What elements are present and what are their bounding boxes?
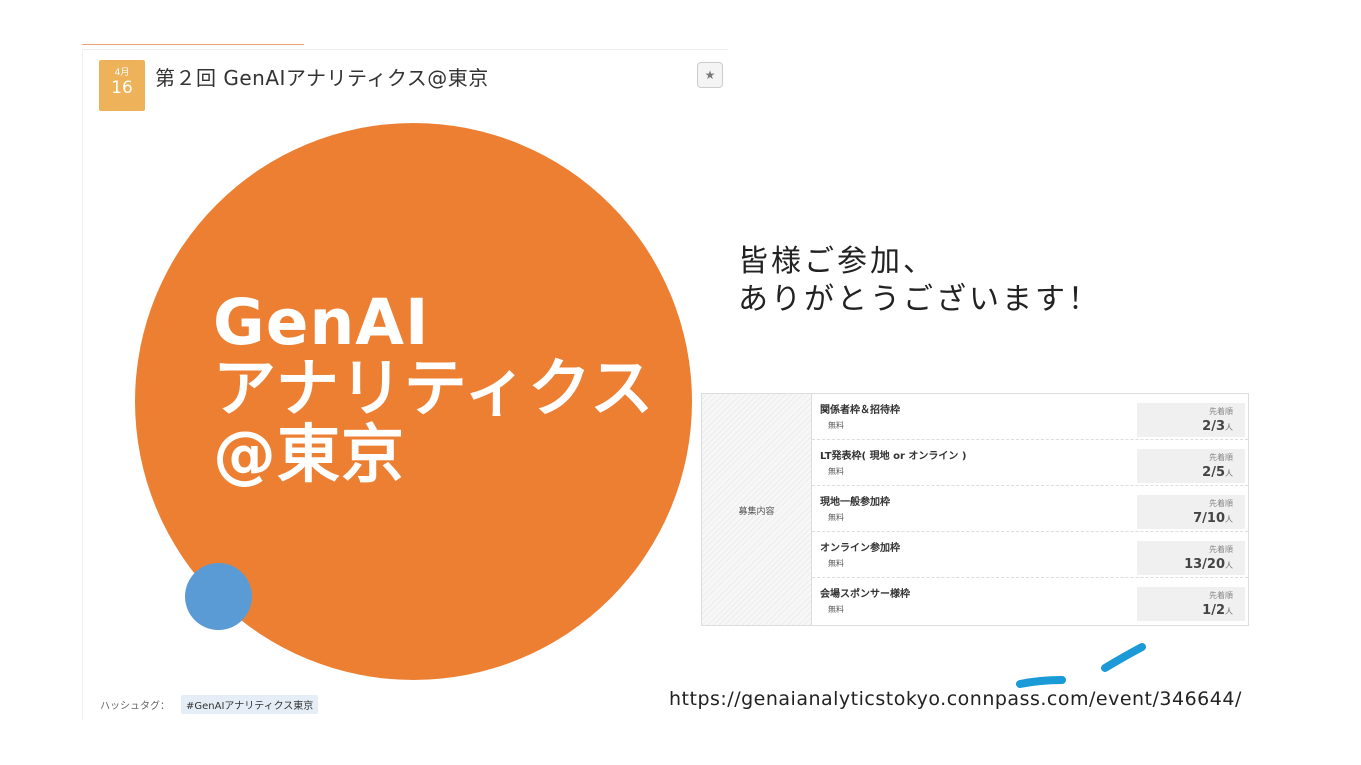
row-count-value: 2/5 [1202,465,1225,480]
logo-line-2: アナリティクス [213,352,655,425]
row-unit: 人 [1225,469,1233,478]
recruitment-row: オンライン参加枠 無料 先着順 13/20人 [812,532,1248,578]
row-count-value: 13/20 [1184,557,1225,572]
row-name: 関係者枠＆招待枠 [820,405,900,416]
row-unit: 人 [1225,515,1233,524]
row-fee: 無料 [828,513,844,522]
thanks-line-2: ありがとうございます！ [738,282,1101,317]
row-name: オンライン参加枠 [820,543,900,554]
row-count-value: 1/2 [1202,603,1225,618]
recruitment-header-label: 募集内容 [738,507,775,517]
row-count: 2/3人 [1137,419,1233,436]
row-capacity-box: 先着順 13/20人 [1137,541,1245,575]
event-title[interactable]: 第２回 GenAIアナリティクス@東京 [155,62,489,91]
row-capacity-box: 先着順 7/10人 [1137,495,1245,529]
recruitment-row: 会場スポンサー様枠 無料 先着順 1/2人 [812,578,1248,624]
pen-stroke-lower [1016,676,1066,688]
date-day: 16 [111,78,133,98]
recruitment-row: LT発表枠( 現地 or オンライン ) 無料 先着順 2/5人 [812,440,1248,486]
logo-line-1: GenAI [213,286,430,359]
row-unit: 人 [1225,607,1233,616]
pen-annotation-strokes [1016,643,1146,688]
row-fee: 無料 [828,467,844,476]
row-fee: 無料 [828,421,844,430]
row-order: 先着順 [1209,453,1233,462]
row-capacity-box: 先着順 2/3人 [1137,403,1245,437]
row-name: 会場スポンサー様枠 [820,589,910,600]
row-count: 13/20人 [1137,557,1233,574]
pen-stroke-upper [1101,643,1146,672]
row-order: 先着順 [1209,545,1233,554]
event-logo-accent-circle [185,563,252,630]
row-name: LT発表枠( 現地 or オンライン ) [820,451,967,462]
row-count: 1/2人 [1137,603,1233,620]
row-fee: 無料 [828,559,844,568]
row-count: 2/5人 [1137,465,1233,482]
row-order: 先着順 [1209,591,1233,600]
bookmark-button[interactable]: ★ [697,62,723,88]
top-accent-line [82,44,304,45]
row-count: 7/10人 [1137,511,1233,528]
row-count-value: 7/10 [1193,511,1225,526]
logo-line-3: @東京 [213,418,405,491]
date-month: 4月 [114,68,130,78]
hashtag-label: ハッシュタグ： [100,701,170,712]
thanks-line-1: 皆様ご参加、 [738,244,936,279]
date-badge: 4月 16 [99,60,145,111]
event-url[interactable]: https://genaianalyticstokyo.connpass.com… [669,688,1242,710]
row-capacity-box: 先着順 2/5人 [1137,449,1245,483]
recruitment-table: 募集内容 関係者枠＆招待枠 無料 先着順 2/3人 LT発表枠( 現地 or オ… [701,393,1249,626]
star-icon: ★ [704,68,716,82]
hashtag-chip[interactable]: #GenAIアナリティクス東京 [181,695,319,714]
row-name: 現地一般参加枠 [820,497,890,508]
row-unit: 人 [1225,423,1233,432]
row-order: 先着順 [1209,407,1233,416]
recruitment-row: 関係者枠＆招待枠 無料 先着順 2/3人 [812,394,1248,440]
recruitment-row: 現地一般参加枠 無料 先着順 7/10人 [812,486,1248,532]
row-capacity-box: 先着順 1/2人 [1137,587,1245,621]
row-fee: 無料 [828,605,844,614]
row-count-value: 2/3 [1202,419,1225,434]
event-logo-text: GenAI アナリティクス @東京 [213,290,654,488]
row-order: 先着順 [1209,499,1233,508]
row-unit: 人 [1225,561,1233,570]
recruitment-header-cell: 募集内容 [702,394,812,625]
thanks-message: 皆様ご参加、 ありがとうございます！ [738,243,1101,319]
